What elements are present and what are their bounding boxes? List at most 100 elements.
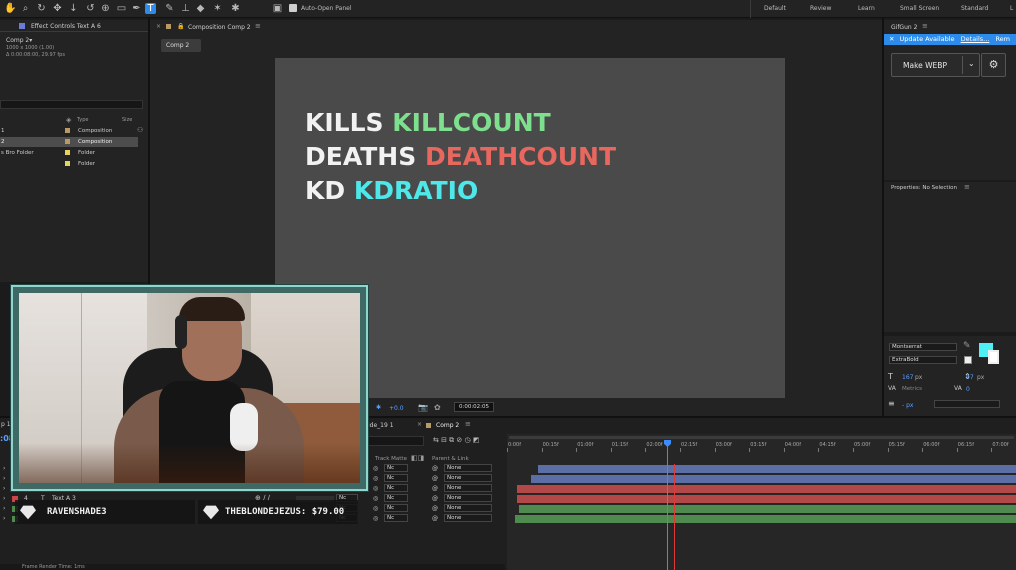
zoom-tool-icon[interactable]: ⌕ [20, 3, 31, 14]
stroke-style-dropdown[interactable] [934, 400, 1000, 408]
flowchart-icon[interactable]: ⚇ [137, 126, 143, 134]
pickwhip-icon[interactable]: @ [432, 515, 438, 522]
tracking-value[interactable]: 0 [966, 386, 970, 393]
properties-menu-icon[interactable]: ≡ [964, 183, 970, 191]
workspace-review[interactable]: Review [810, 5, 831, 12]
font-size-value[interactable]: 167 [902, 374, 913, 381]
track-matte-dropdown[interactable]: Nc [384, 464, 408, 472]
snapping-icon[interactable]: ▣ [272, 3, 283, 14]
swap-colors-icon[interactable] [964, 356, 972, 364]
pickwhip-icon[interactable]: @ [432, 485, 438, 492]
expand-icon[interactable]: › [3, 515, 5, 522]
timeline-menu-icon[interactable]: ≡ [465, 420, 471, 428]
rectangle-tool-icon[interactable]: ▭ [116, 3, 127, 14]
layer-duration-bar[interactable] [517, 495, 1016, 503]
layer-duration-bar[interactable] [538, 465, 1016, 473]
eraser-tool-icon[interactable]: ◆ [195, 3, 206, 14]
track-matte-dropdown[interactable]: Nc [384, 514, 408, 522]
timeline-tab-other[interactable]: ide_19 1 [368, 422, 394, 429]
leading-value[interactable]: 97 [966, 374, 974, 381]
layer-duration-bar[interactable] [531, 475, 1016, 483]
pen-tool-icon[interactable]: ✒ [131, 3, 142, 14]
puppet-pin-tool-icon[interactable]: ✱ [230, 3, 241, 14]
auto-open-checkbox[interactable] [289, 4, 297, 12]
pickwhip-icon[interactable]: @ [432, 475, 438, 482]
project-row[interactable]: s Bro Folder Folder [0, 148, 138, 158]
eyedropper-icon[interactable]: ✎ [963, 341, 971, 351]
expand-icon[interactable]: › [3, 475, 5, 482]
track-matte-dropdown[interactable]: Nc [384, 484, 408, 492]
pan-tool-icon[interactable]: ✥ [52, 3, 63, 14]
size-column-header[interactable]: Size [122, 117, 132, 123]
parent-dropdown[interactable]: None [444, 494, 492, 502]
stroke-color-swatch[interactable] [988, 350, 999, 364]
exposure-value[interactable]: +0.0 [389, 405, 404, 412]
remind-link[interactable]: Rem [995, 35, 1010, 43]
exposure-icon[interactable]: ✱ [376, 404, 381, 411]
link-icon[interactable]: ◎ [373, 465, 378, 472]
layer-duration-bar[interactable] [519, 505, 1016, 513]
composition-tab[interactable]: Composition Comp 2 [188, 24, 251, 31]
details-link[interactable]: Details... [961, 35, 990, 43]
playhead[interactable] [667, 440, 668, 570]
layer-duration-bar[interactable] [515, 515, 1016, 523]
work-area-bar[interactable] [509, 436, 1014, 439]
roto-brush-tool-icon[interactable]: ✶ [212, 3, 223, 14]
project-row[interactable]: Folder [0, 159, 138, 169]
type-column-header[interactable]: Type [77, 117, 88, 123]
link-icon[interactable]: ◎ [373, 485, 378, 492]
font-family-dropdown[interactable]: Montserrat [889, 343, 957, 351]
clone-stamp-tool-icon[interactable]: ⊥ [180, 3, 191, 14]
workspace-learn[interactable]: Learn [858, 5, 875, 12]
workspace-small-screen[interactable]: Small Screen [900, 5, 939, 12]
effect-controls-tab[interactable]: Effect Controls Text A 6 [31, 23, 101, 30]
project-search-input[interactable] [0, 100, 143, 109]
panel-menu-icon[interactable]: ≡ [255, 22, 261, 30]
comp-name[interactable]: Comp 2▾ [6, 37, 32, 44]
link-icon[interactable]: ◎ [373, 515, 378, 522]
timeline-graph[interactable]: 0:00f 00:15f 01:00f 01:15f 02:00f 02:15f 03:00… [507, 434, 1016, 570]
track-matte-dropdown[interactable]: Nc [384, 474, 408, 482]
pickwhip-icon[interactable]: @ [432, 505, 438, 512]
timeline-switches-icons[interactable]: ⇆ ⊟ ⧉ ⊘ ◷ ◩ [433, 436, 479, 445]
brush-tool-icon[interactable]: ✎ [164, 3, 175, 14]
close-tab-icon[interactable]: × [156, 23, 161, 30]
link-icon[interactable]: ◎ [373, 475, 378, 482]
gifgun-title[interactable]: GifGun 2 [891, 24, 917, 31]
timeline-tab-label[interactable]: p 1 [1, 421, 11, 428]
close-tab-icon[interactable]: × [417, 421, 422, 428]
snapshot-icon[interactable]: 📷 [418, 403, 428, 412]
link-icon[interactable]: ◎ [373, 505, 378, 512]
expand-icon[interactable]: › [3, 505, 5, 512]
expand-icon[interactable]: › [3, 465, 5, 472]
lock-icon[interactable]: 🔒 [177, 23, 184, 30]
project-row[interactable]: 1 Composition ⚇ [0, 126, 143, 136]
color-picker-icon[interactable]: ✿ [434, 403, 441, 412]
expand-icon[interactable]: › [3, 495, 5, 502]
hand-tool-icon[interactable]: ✋ [4, 3, 16, 14]
orbit-tool-icon[interactable]: ↻ [36, 3, 47, 14]
parent-dropdown[interactable]: None [444, 514, 492, 522]
pickwhip-icon[interactable]: @ [432, 495, 438, 502]
type-tool-icon[interactable]: T [145, 3, 156, 14]
pickwhip-icon[interactable]: @ [432, 465, 438, 472]
expand-icon[interactable]: › [3, 485, 5, 492]
parent-dropdown[interactable]: None [444, 504, 492, 512]
gifgun-menu-icon[interactable]: ≡ [922, 22, 928, 30]
settings-gear-icon[interactable]: ⚙ [981, 53, 1006, 77]
layer-search-input[interactable] [362, 436, 424, 446]
parent-dropdown[interactable]: None [444, 464, 492, 472]
properties-title[interactable]: Properties: No Selection [891, 185, 957, 191]
workspace-default[interactable]: Default [764, 5, 786, 12]
anchor-tool-icon[interactable]: ⊕ [100, 3, 111, 14]
layer-duration-bar[interactable] [517, 485, 1016, 493]
workspace-standard[interactable]: Standard [961, 5, 988, 12]
time-ruler[interactable]: 0:00f 00:15f 01:00f 01:15f 02:00f 02:15f 03:00… [507, 440, 1016, 452]
track-matte-dropdown[interactable]: Nc [384, 504, 408, 512]
close-banner-icon[interactable]: ✕ [889, 35, 894, 43]
chevron-down-icon[interactable]: ⌄ [968, 59, 975, 68]
rotate-tool-icon[interactable]: ↺ [85, 3, 96, 14]
stroke-width-value[interactable]: - px [902, 402, 913, 409]
timeline-tab-comp[interactable]: Comp 2 [436, 422, 459, 429]
comp-subtab[interactable]: Comp 2 [161, 39, 201, 52]
